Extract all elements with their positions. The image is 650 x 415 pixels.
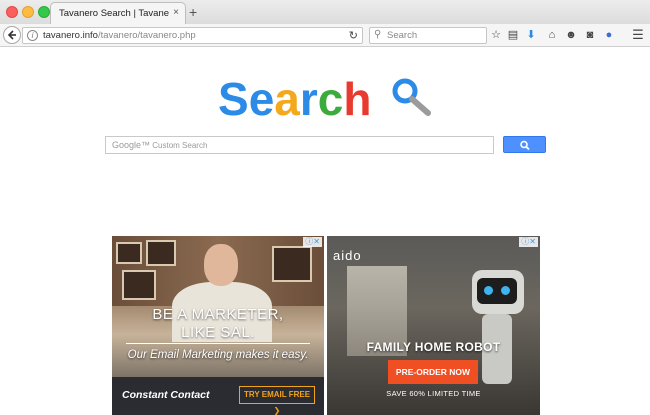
- robot-eye: [484, 286, 493, 295]
- ad-sale-text: SAVE 60% LIMITED TIME: [386, 389, 481, 398]
- robot-head: [472, 270, 524, 314]
- ad-aido-robot[interactable]: aido ⓘ✕ FAMILY HOME ROBOT PRE-ORDER NOW …: [327, 236, 540, 415]
- window-minimize-button[interactable]: [22, 6, 34, 18]
- google-brand: Google™: [112, 140, 151, 150]
- magnifier-icon: [392, 78, 431, 116]
- picture-frame: [272, 246, 312, 282]
- ad-headline: BE A MARKETER, LIKE SAL.: [112, 306, 324, 342]
- aido-logo: aido: [333, 248, 362, 263]
- adchoices-icon[interactable]: ⓘ✕: [303, 237, 322, 247]
- site-info-icon[interactable]: i: [27, 30, 38, 41]
- globe-icon[interactable]: ●: [601, 27, 617, 43]
- search-icon: ⚲: [374, 29, 382, 40]
- picture-frame: [116, 242, 142, 264]
- logo-letter-c: c: [317, 73, 344, 125]
- url-host: tavanero.info: [43, 30, 98, 41]
- search-logo: Search: [218, 76, 371, 122]
- adchoices-icon[interactable]: ⓘ✕: [519, 237, 538, 247]
- try-email-free-button[interactable]: TRY EMAIL FREE ❯: [239, 386, 315, 415]
- custom-search-label: Custom Search: [152, 141, 208, 150]
- search-icon: [520, 140, 530, 151]
- logo-letter-r: r: [299, 73, 318, 125]
- navigation-bar: i tavanero.info/tavanero/tavanero.php ↻ …: [0, 24, 650, 47]
- ad-headline-line-2: LIKE SAL.: [181, 324, 255, 341]
- ad-headline: FAMILY HOME ROBOT: [366, 340, 501, 354]
- home-icon[interactable]: ⌂: [544, 27, 560, 43]
- logo-letter-s: S: [218, 73, 249, 125]
- download-icon[interactable]: ⬇: [523, 27, 539, 43]
- window-maximize-button[interactable]: [38, 6, 50, 18]
- ad-headline-line-1: BE A MARKETER,: [152, 306, 284, 323]
- back-button[interactable]: [3, 26, 21, 44]
- divider: [126, 343, 310, 344]
- custom-search-input[interactable]: Google™ Custom Search: [105, 136, 494, 154]
- chat-icon[interactable]: ☻: [563, 27, 579, 43]
- new-tab-button[interactable]: +: [189, 4, 197, 20]
- url-text[interactable]: tavanero.info/tavanero/tavanero.php: [43, 30, 196, 41]
- picture-frame: [146, 240, 176, 266]
- search-button[interactable]: [503, 136, 546, 153]
- tab-close-icon[interactable]: ×: [173, 7, 179, 18]
- logo-letter-a: a: [274, 73, 300, 125]
- browser-search-input[interactable]: ⚲ Search: [369, 27, 487, 44]
- back-arrow-icon: [7, 30, 16, 40]
- robot-eye: [501, 286, 510, 295]
- title-bar: Tavanero Search | Tavanero se… × +: [0, 0, 650, 24]
- ad-constant-contact[interactable]: ⓘ✕ BE A MARKETER, LIKE SAL. Our Email Ma…: [112, 236, 324, 415]
- robot-face: [477, 278, 517, 304]
- url-path: /tavanero/tavanero.php: [97, 30, 196, 41]
- window-close-button[interactable]: [6, 6, 18, 18]
- tab-title: Tavanero Search | Tavanero se…: [59, 8, 169, 19]
- logo-letter-h: h: [343, 73, 372, 125]
- menu-icon[interactable]: ☰: [630, 27, 646, 43]
- reload-icon[interactable]: ↻: [349, 29, 358, 42]
- reading-list-icon[interactable]: ▤: [505, 27, 521, 43]
- ad-subline: Our Email Marketing makes it easy.: [127, 349, 309, 361]
- pre-order-button[interactable]: PRE-ORDER NOW: [388, 360, 478, 384]
- logo-letter-e: e: [248, 73, 275, 125]
- ad-footer: Constant Contact TRY EMAIL FREE ❯: [112, 377, 324, 415]
- search-placeholder: Search: [387, 30, 418, 41]
- star-icon[interactable]: ☆: [488, 27, 504, 43]
- constant-contact-logo: Constant Contact: [122, 389, 210, 401]
- browser-tab[interactable]: Tavanero Search | Tavanero se… ×: [50, 2, 186, 24]
- picture-frame: [122, 270, 156, 300]
- custom-search-placeholder: Google™ Custom Search: [112, 140, 207, 150]
- ad-person-face: [204, 244, 238, 286]
- pocket-icon[interactable]: ◙: [582, 27, 598, 43]
- url-bar[interactable]: i tavanero.info/tavanero/tavanero.php ↻: [22, 27, 363, 44]
